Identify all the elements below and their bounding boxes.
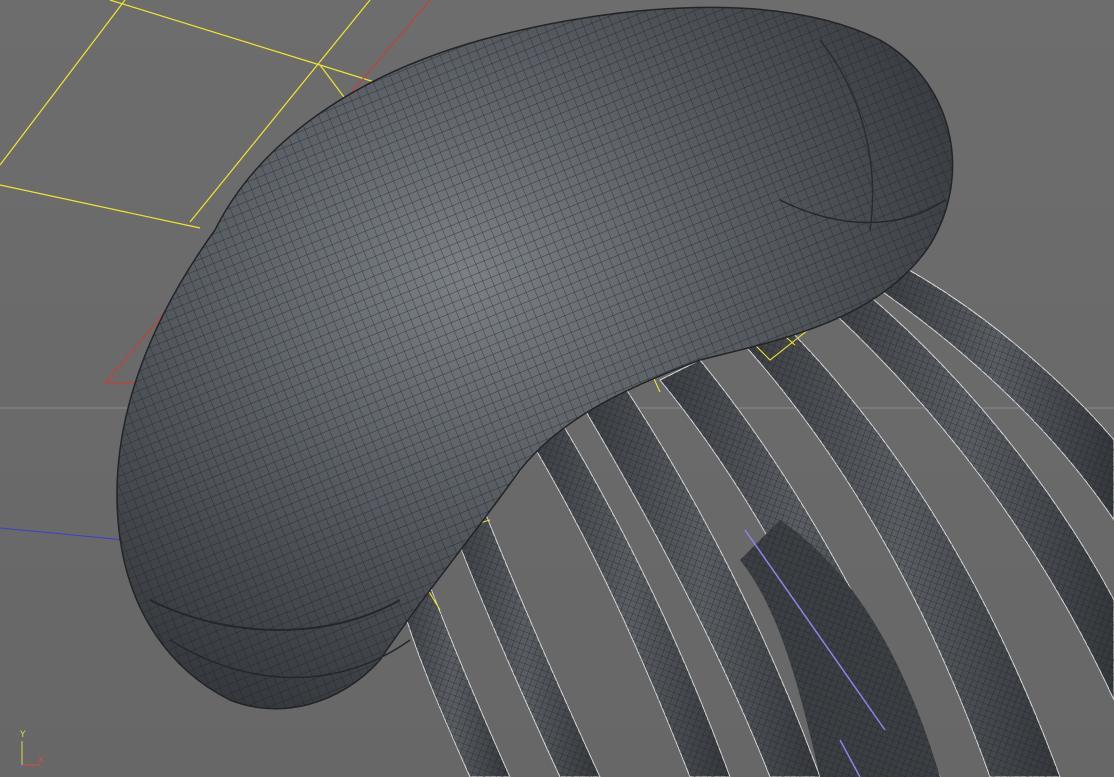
viewport-scene[interactable] <box>0 0 1114 777</box>
3d-viewport[interactable]: Y X <box>0 0 1114 777</box>
axis-x-label: X <box>38 756 45 766</box>
axis-y-label: Y <box>20 730 26 740</box>
z-axis-line <box>0 527 126 541</box>
axis-gizmo: Y X <box>8 731 48 771</box>
